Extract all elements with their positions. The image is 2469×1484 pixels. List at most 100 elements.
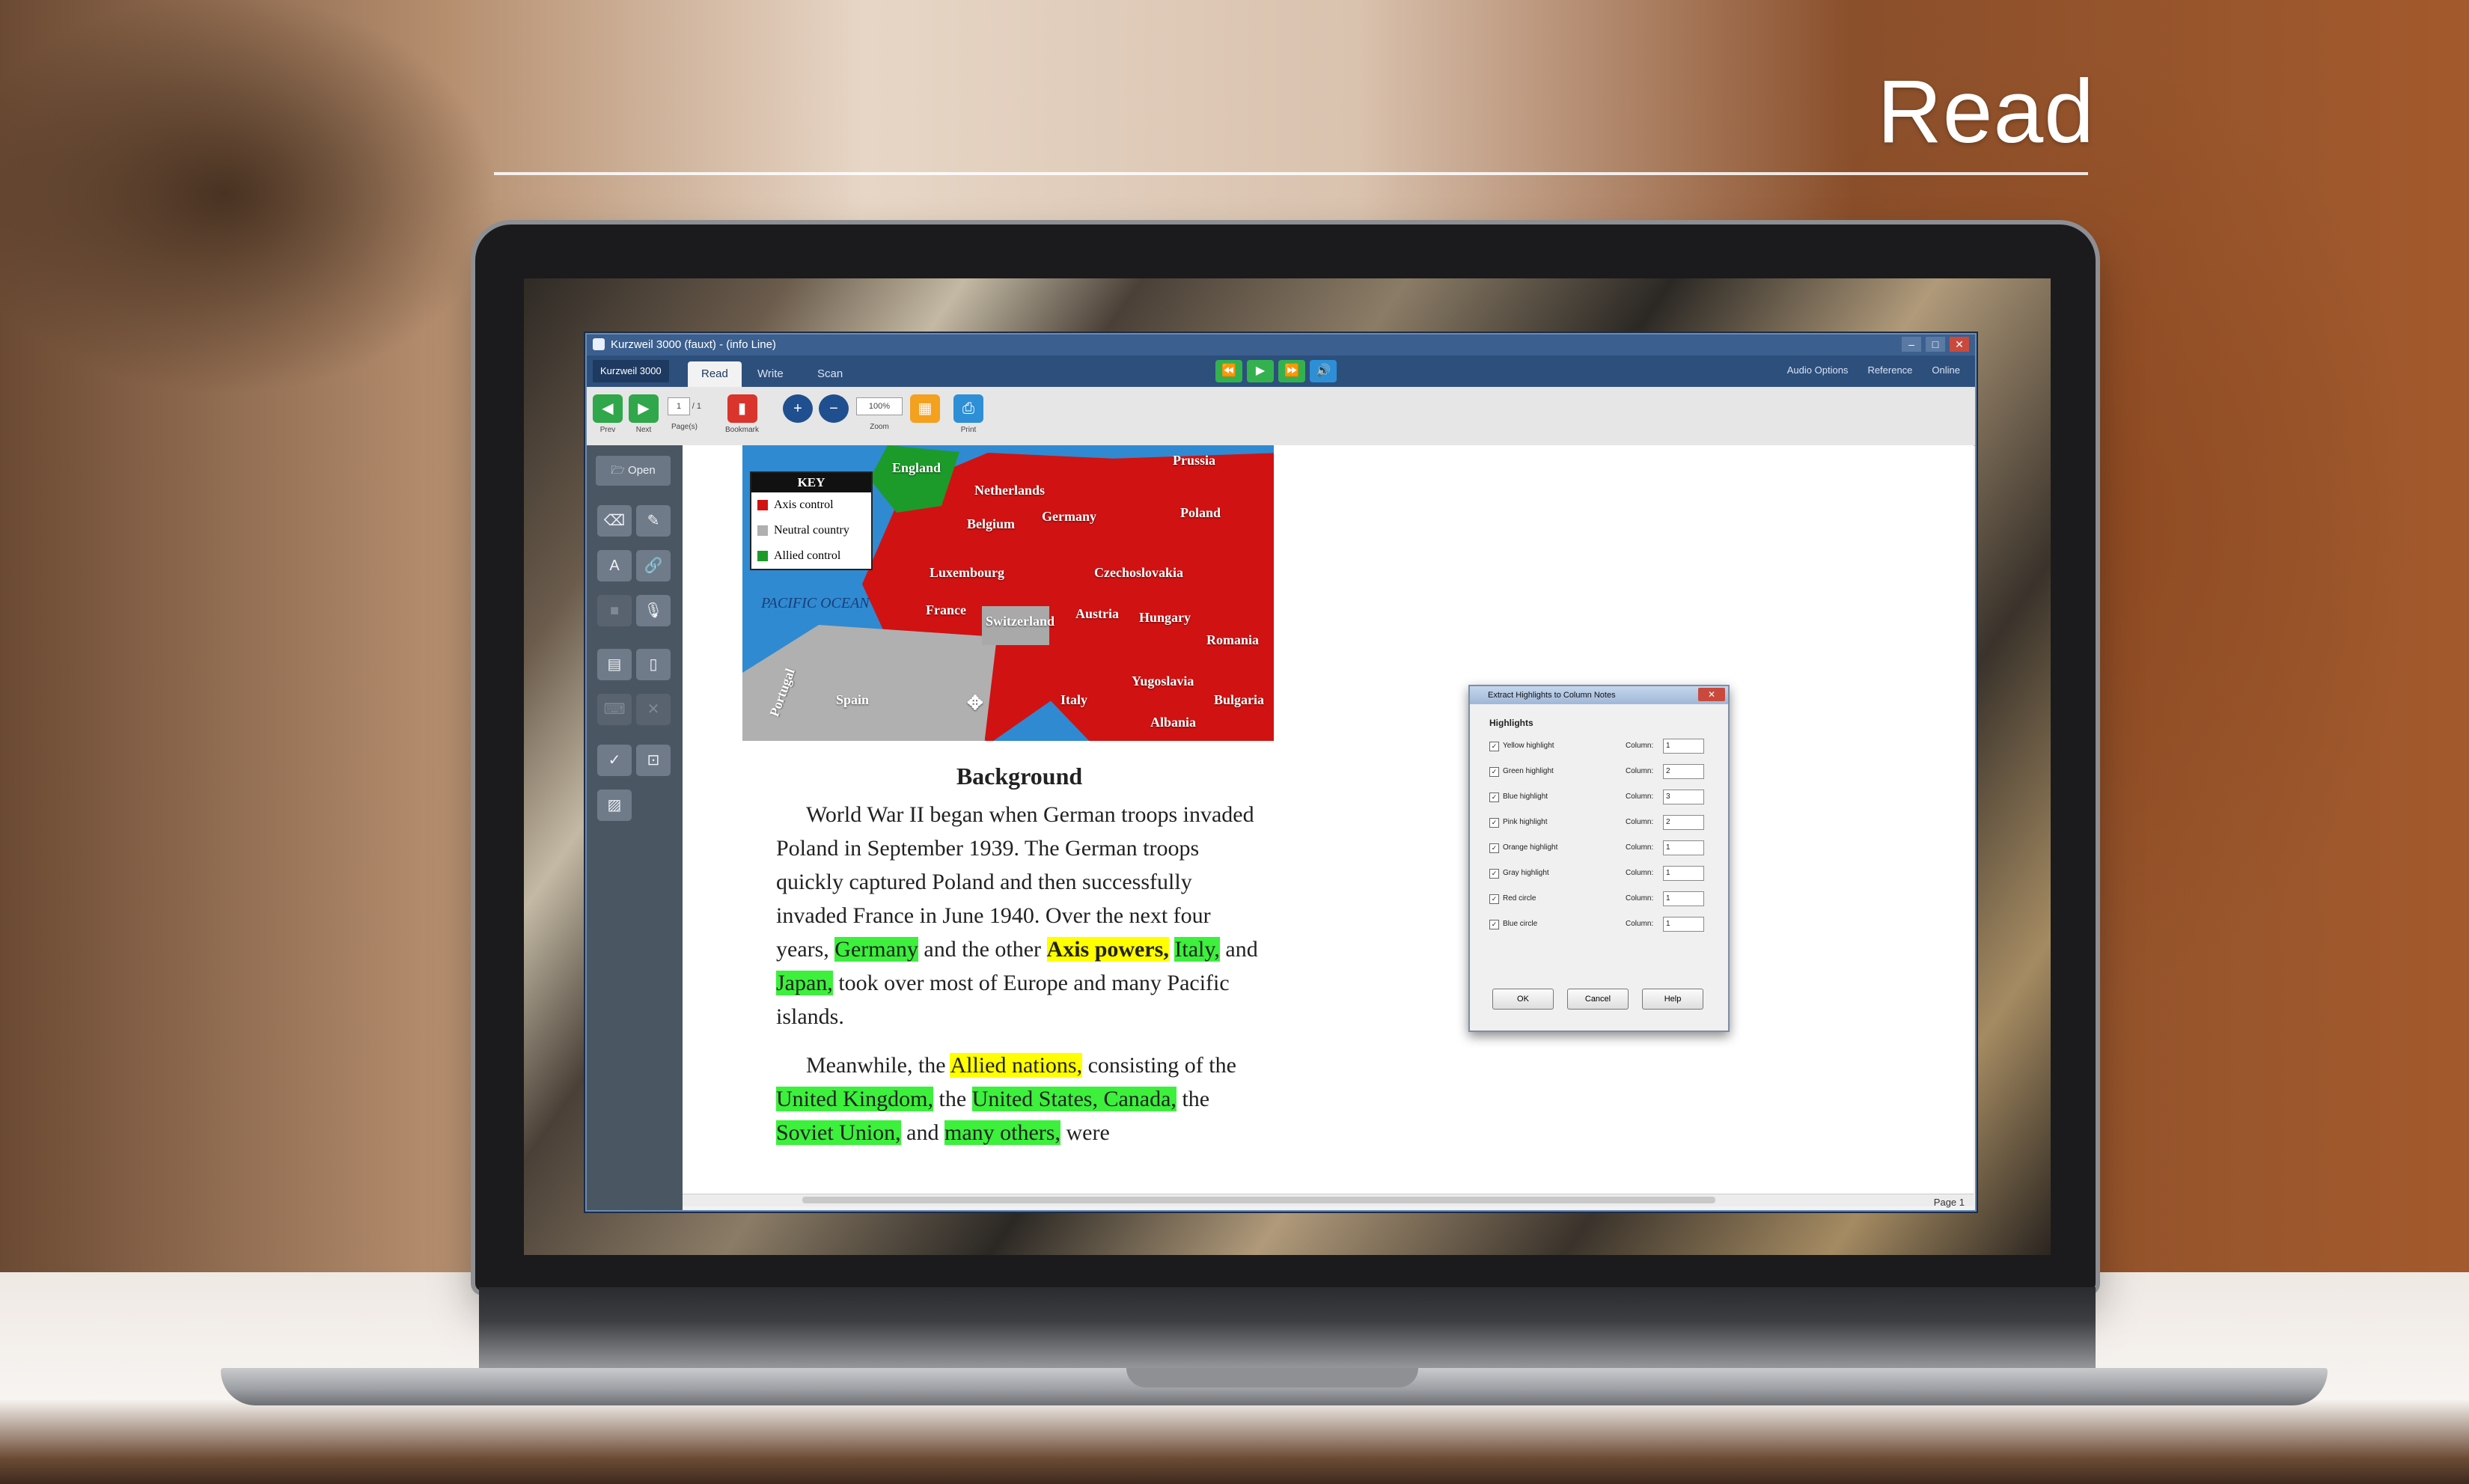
play-button[interactable]: ▶ [1247, 360, 1274, 382]
audio-options-link[interactable]: Audio Options [1787, 364, 1849, 376]
microphone-icon[interactable]: 🎙 [636, 595, 671, 626]
zoom-dropdown[interactable]: 100% [856, 397, 903, 415]
keyboard-icon[interactable]: ⌨ [597, 694, 632, 725]
app-window: Kurzweil 3000 (fauxt) - (info Line) – □ … [585, 333, 1977, 1212]
print-button[interactable]: ⎙ Print [953, 394, 983, 434]
highlight-yellow[interactable]: Axis powers, [1046, 937, 1169, 962]
highlight-green[interactable]: Germany [834, 937, 918, 962]
document-icon[interactable]: ▯ [636, 649, 671, 680]
printer-icon: ⎙ [953, 394, 983, 423]
checkbox[interactable]: ✓ [1489, 920, 1499, 929]
highlight-row: ✓ Yellow highlight Column: 1 [1470, 736, 1728, 761]
highlight-green[interactable]: United Kingdom, [776, 1087, 933, 1111]
notes-icon[interactable]: ▤ [597, 649, 632, 680]
column-input[interactable]: 1 [1663, 840, 1704, 855]
dialog-heading: Highlights [1489, 718, 1533, 728]
prev-button[interactable]: ◀ Prev [593, 394, 623, 434]
checkbox[interactable]: ✓ [1489, 894, 1499, 904]
map-label: Poland [1180, 505, 1221, 520]
tab-write[interactable]: Write [744, 361, 797, 387]
next-button[interactable]: ▶ Next [629, 394, 659, 434]
tab-scan[interactable]: Scan [804, 361, 856, 387]
highlight-green[interactable]: Soviet Union, [776, 1120, 901, 1145]
extract-highlights-dialog: Extract Highlights to Column Notes ✕ Hig… [1468, 685, 1730, 1032]
bookmark-button[interactable]: ▮ Bookmark [725, 394, 759, 434]
column-input[interactable]: 1 [1663, 891, 1704, 906]
image-icon[interactable]: ▨ [597, 790, 632, 821]
brand-button[interactable]: Kurzweil 3000 [593, 360, 669, 382]
ok-button[interactable]: OK [1492, 989, 1554, 1010]
volume-icon[interactable]: 🔊 [1310, 360, 1337, 382]
highlight-yellow[interactable]: Allied nations, [950, 1053, 1083, 1078]
text-note-icon[interactable]: A [597, 550, 632, 581]
close-button[interactable]: ✕ [1950, 337, 1969, 352]
map-key-row: Axis control [751, 492, 871, 518]
highlight-green[interactable]: many others, [944, 1120, 1060, 1145]
zoom-in-button[interactable]: + [783, 394, 813, 426]
layout-button[interactable]: ▦ [910, 394, 940, 426]
title-bar: Kurzweil 3000 (fauxt) - (info Line) – □ … [587, 335, 1975, 355]
map-label: Germany [1042, 509, 1096, 524]
fast-forward-button[interactable]: ⏩ [1278, 360, 1305, 382]
column-input[interactable]: 2 [1663, 764, 1704, 779]
section-heading: Background [956, 763, 1083, 790]
highlight-green[interactable]: United States, Canada, [971, 1087, 1176, 1111]
checkbox[interactable]: ✓ [1489, 742, 1499, 751]
map-label: Belgium [967, 516, 1016, 531]
zoom-out-button[interactable]: − [819, 394, 849, 426]
eraser-icon[interactable]: ⌫ [597, 505, 632, 537]
column-input[interactable]: 2 [1663, 815, 1704, 830]
checkbox[interactable]: ✓ [1489, 843, 1499, 853]
maximize-button[interactable]: □ [1926, 337, 1945, 352]
map-label: Romania [1206, 632, 1260, 647]
highlight-row: ✓ Blue circle Column: 1 [1470, 914, 1728, 939]
map-label: Czechoslovakia [1094, 565, 1183, 580]
checkbox[interactable]: ✓ [1489, 818, 1499, 828]
pages-label: Page(s) [671, 423, 698, 431]
highlight-row: ✓ Red circle Column: 1 [1470, 888, 1728, 914]
highlight-row: ✓ Green highlight Column: 2 [1470, 761, 1728, 787]
highlight-row: ✓ Orange highlight Column: 1 [1470, 837, 1728, 863]
page-input[interactable]: 1 [668, 397, 690, 415]
scan-icon[interactable]: ⊡ [636, 745, 671, 776]
checkbox[interactable]: ✓ [1489, 767, 1499, 777]
column-input[interactable]: 1 [1663, 739, 1704, 754]
column-input[interactable]: 1 [1663, 866, 1704, 881]
link-icon[interactable]: 🔗 [636, 550, 671, 581]
highlight-row: ✓ Blue highlight Column: 3 [1470, 787, 1728, 812]
scrollbar-thumb[interactable] [802, 1197, 1715, 1203]
open-button[interactable]: 🗁 Open [596, 456, 671, 486]
map-key: KEY Axis control Neutral country Allied … [750, 471, 873, 570]
map-label: Netherlands [974, 483, 1045, 498]
highlight-row: ✓ Gray highlight Column: 1 [1470, 863, 1728, 888]
laptop-keyboard-deck [479, 1287, 2096, 1371]
column-input[interactable]: 3 [1663, 790, 1704, 804]
stop-icon[interactable]: ■ [597, 595, 632, 626]
map-label: Prussia [1173, 453, 1216, 468]
highlight-green[interactable]: Italy, [1174, 937, 1220, 962]
delete-icon[interactable]: ✕ [636, 694, 671, 725]
tab-read[interactable]: Read [688, 361, 742, 387]
map-label: Switzerland [986, 614, 1055, 629]
highlighter-icon[interactable]: ✎ [636, 505, 671, 537]
document-text: Background World War II began when Germa… [776, 760, 1263, 1164]
checkbox[interactable]: ✓ [1489, 869, 1499, 879]
map-label: Albania [1150, 715, 1197, 730]
highlight-green[interactable]: Japan, [776, 971, 833, 995]
help-button[interactable]: Help [1642, 989, 1703, 1010]
cancel-button[interactable]: Cancel [1567, 989, 1629, 1010]
reading-controls: ⏪ ▶ ⏩ 🔊 [1215, 360, 1337, 382]
highlight-row: ✓ Pink highlight Column: 2 [1470, 812, 1728, 837]
horizontal-scrollbar[interactable] [683, 1194, 1974, 1206]
map-label: Spain [836, 692, 870, 707]
dialog-close-button[interactable]: ✕ [1698, 688, 1725, 701]
column-input[interactable]: 1 [1663, 917, 1704, 932]
reference-link[interactable]: Reference [1867, 364, 1912, 376]
rewind-button[interactable]: ⏪ [1215, 360, 1242, 382]
toolbar: ◀ Prev ▶ Next 1 / 1 Page(s) ▮ Bookmark +… [587, 387, 1975, 446]
online-link[interactable]: Online [1932, 364, 1960, 376]
checkbox[interactable]: ✓ [1489, 793, 1499, 802]
checklist-icon[interactable]: ✓ [597, 745, 632, 776]
sidebar-footer [587, 1194, 683, 1210]
minimize-button[interactable]: – [1902, 337, 1921, 352]
